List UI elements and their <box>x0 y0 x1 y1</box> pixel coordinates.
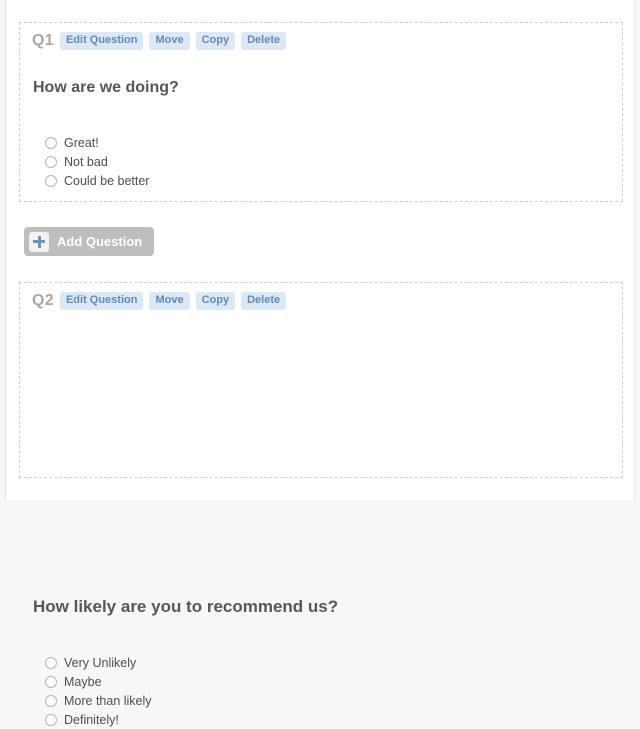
answer-option-label: Definitely! <box>64 712 119 727</box>
answer-option-label: More than likely <box>64 693 152 708</box>
move-question-button[interactable]: Move <box>149 292 190 310</box>
answer-option[interactable]: Not bad <box>45 152 149 171</box>
question-title: How likely are you to recommend us? <box>33 597 339 616</box>
question-header: Q2 Edit Question Move Copy Delete <box>32 291 287 311</box>
answer-option-label: Very Unlikely <box>64 655 137 670</box>
answer-option[interactable]: Great! <box>45 133 149 152</box>
radio-button-icon[interactable] <box>45 713 57 726</box>
answer-options-list: Very Unlikely Maybe More than likely Def… <box>45 653 152 729</box>
radio-button-icon[interactable] <box>45 155 57 168</box>
question-number: Q2 <box>32 292 54 309</box>
radio-button-icon[interactable] <box>45 174 57 187</box>
answer-option[interactable]: Maybe <box>45 672 152 691</box>
radio-button-icon[interactable] <box>45 656 57 669</box>
answer-option-label: Great! <box>64 135 99 150</box>
radio-button-icon[interactable] <box>45 694 57 707</box>
question-header: Q1 Edit Question Move Copy Delete <box>32 31 287 51</box>
answer-options-list: Great! Not bad Could be better <box>45 133 149 190</box>
answer-option-label: Could be better <box>64 173 150 188</box>
plus-icon <box>29 231 49 252</box>
answer-option-label: Maybe <box>64 674 102 689</box>
answer-option[interactable]: Could be better <box>45 171 149 190</box>
add-question-label: Add Question <box>57 234 143 249</box>
move-question-button[interactable]: Move <box>149 32 190 50</box>
question-panel: Q1 Edit Question Move Copy Delete How ar… <box>19 22 623 202</box>
radio-button-icon[interactable] <box>45 136 57 149</box>
radio-button-icon[interactable] <box>45 675 57 688</box>
answer-option[interactable]: More than likely <box>45 691 152 710</box>
answer-option[interactable]: Very Unlikely <box>45 653 152 672</box>
question-panel: Q2 Edit Question Move Copy Delete How li… <box>19 282 623 727</box>
add-question-button[interactable]: Add Question <box>24 227 155 256</box>
question-title: How are we doing? <box>33 79 179 96</box>
answer-option-label: Not bad <box>64 154 108 169</box>
copy-question-button[interactable]: Copy <box>195 32 236 50</box>
survey-editor-card: Q1 Edit Question Move Copy Delete How ar… <box>5 0 635 727</box>
delete-question-button[interactable]: Delete <box>241 292 287 310</box>
answer-option[interactable]: Definitely! <box>45 710 152 729</box>
edit-question-button[interactable]: Edit Question <box>59 292 144 310</box>
delete-question-button[interactable]: Delete <box>241 32 287 50</box>
question-number: Q1 <box>32 32 54 49</box>
edit-question-button[interactable]: Edit Question <box>59 32 144 50</box>
copy-question-button[interactable]: Copy <box>195 292 236 310</box>
